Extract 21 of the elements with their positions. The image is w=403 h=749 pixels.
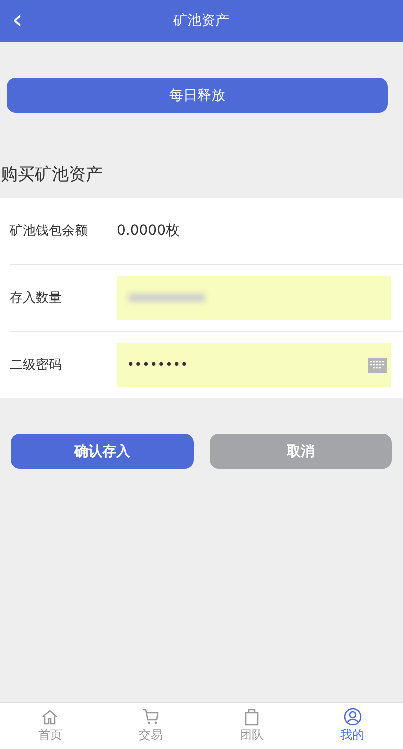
form-label: 存入数量 [10, 290, 63, 307]
tab-item[interactable]: 团队 [202, 703, 302, 749]
cart-icon [142, 708, 160, 726]
home-icon [41, 708, 60, 726]
balance-value: 0.0000枚 [117, 222, 180, 240]
section-title: 购买矿池资产 [1, 164, 104, 186]
tab-item[interactable]: 交易 [100, 703, 202, 749]
daily-release-button[interactable]: 每日释放 [7, 78, 388, 113]
confirm-button[interactable]: 确认存入 [11, 434, 194, 469]
cancel-button[interactable]: 取消 [210, 434, 392, 469]
password-field[interactable]: •••••••• [117, 343, 391, 387]
back-icon[interactable]: ‹ [12, 6, 24, 34]
amount-field[interactable] [117, 276, 391, 320]
bag-icon [242, 708, 261, 726]
keyboard-icon[interactable] [368, 358, 387, 372]
form-label: 矿池钱包余额 [10, 223, 89, 240]
tab-item[interactable]: 首页 [0, 703, 101, 749]
form-label: 二级密码 [10, 357, 63, 374]
tab-item[interactable]: 我的 [302, 703, 403, 749]
user-icon [344, 708, 362, 726]
page-title: 矿池资产 [174, 12, 230, 30]
